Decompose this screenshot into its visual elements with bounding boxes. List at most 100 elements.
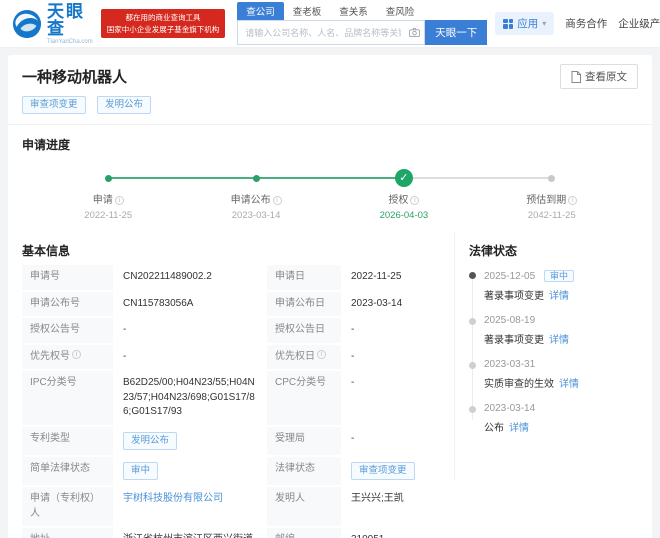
legal-status-section: 法律状态 2025-12-05 审中 著录事项变更详情 2025-08-19 著…	[454, 231, 638, 481]
promo-line1: 都在用的商业查询工具	[107, 12, 220, 23]
top-navbar: 天眼查 TianYanCha.com 都在用的商业查询工具 国家中小企业发展子基…	[0, 0, 660, 48]
search-tab-relation[interactable]: 查关系	[330, 2, 377, 20]
legal-status-item: 2023-03-14 公布详情	[469, 403, 638, 434]
info-label: 授权公告日	[267, 318, 341, 343]
info-icon[interactable]: i	[410, 196, 419, 205]
info-label: 优先权号i	[22, 345, 113, 370]
progress-step-publication: 申请公布i 2023-03-14	[201, 167, 311, 221]
info-label: 授权公告号	[22, 318, 113, 343]
logo-text: 天眼查	[47, 3, 93, 37]
info-label: 地址	[22, 528, 113, 538]
basic-info-section: 基本信息 申请号 CN202211489002.2 申请日 2022-11-25…	[22, 231, 442, 538]
info-value-application-date: 2022-11-25	[343, 265, 440, 290]
info-label: 申请公布号	[22, 292, 113, 317]
info-icon[interactable]: i	[115, 196, 124, 205]
info-value-grant-date: -	[343, 318, 440, 343]
document-icon	[571, 71, 581, 83]
info-value-application-number: CN202211489002.2	[115, 265, 265, 290]
detail-link[interactable]: 详情	[549, 335, 569, 346]
info-icon[interactable]: i	[273, 196, 282, 205]
info-icon[interactable]: i	[568, 196, 577, 205]
search-tab-boss[interactable]: 查老板	[284, 2, 331, 20]
legal-status-heading: 法律状态	[469, 242, 638, 259]
info-label: 受理局	[267, 427, 341, 455]
info-value-inventors: 王兴兴;王凯	[343, 487, 440, 526]
info-value-accepting-office: -	[343, 427, 440, 455]
info-label: 简单法律状态	[22, 457, 113, 485]
nav-enterprise-products[interactable]: 企业级产品 ▾	[618, 16, 660, 31]
patent-detail-card: 一种移动机器人 审查项变更 发明公布 查看原文 申请进度 申请i 2022-11…	[8, 55, 652, 538]
progress-heading: 申请进度	[22, 136, 638, 153]
search-tab-risk[interactable]: 查风险	[377, 2, 424, 20]
nav-business-cooperation[interactable]: 商务合作	[565, 16, 607, 31]
application-progress-timeline: 申请i 2022-11-25 申请公布i 2023-03-14 ✓ 授权i 20…	[22, 167, 638, 229]
search-tab-company[interactable]: 查公司	[237, 2, 284, 20]
tianyancha-logo[interactable]: 天眼查 TianYanCha.com	[12, 3, 93, 45]
applicant-link[interactable]: 宇树科技股份有限公司	[115, 487, 265, 526]
info-label: 申请日	[267, 265, 341, 290]
info-label: 邮编	[267, 528, 341, 538]
tag-review-change: 审查项变更	[22, 96, 86, 114]
info-value-postcode: 310051	[343, 528, 440, 538]
step-dot	[253, 175, 260, 182]
info-value-priority-date: -	[343, 345, 440, 370]
detail-link[interactable]: 详情	[509, 423, 529, 434]
apps-grid-icon	[503, 19, 513, 29]
divider	[8, 124, 652, 125]
info-value-patent-type: 发明公布	[115, 427, 265, 455]
info-icon[interactable]: i	[317, 350, 326, 359]
info-value-publication-date: 2023-03-14	[343, 292, 440, 317]
legal-status-item: 2025-08-19 著录事项变更详情	[469, 315, 638, 346]
progress-step-expiry: 预估到期i 2042-11-25	[497, 167, 607, 221]
status-badge: 审中	[544, 270, 574, 282]
info-icon[interactable]: i	[72, 350, 81, 359]
check-circle-icon: ✓	[395, 169, 413, 187]
legal-status-timeline: 2025-12-05 审中 著录事项变更详情 2025-08-19 著录事项变更…	[469, 269, 638, 434]
patent-type-tag: 发明公布	[123, 432, 177, 450]
progress-step-application: 申请i 2022-11-25	[53, 167, 163, 221]
info-label: IPC分类号	[22, 371, 113, 425]
info-label: CPC分类号	[267, 371, 341, 425]
search-area: 查公司 查老板 查关系 查风险 天眼一下	[237, 2, 487, 45]
progress-step-grant: ✓ 授权i 2026-04-03	[349, 167, 459, 221]
info-value-cpc-class: -	[343, 371, 440, 425]
topbar-right: 应用 ▾ 商务合作 企业级产品 ▾ VIP 企业查询 此处有... ▾	[495, 12, 660, 36]
info-value-priority-number: -	[115, 345, 265, 370]
basic-info-heading: 基本信息	[22, 242, 442, 259]
step-dot	[105, 175, 112, 182]
basic-info-table: 申请号 CN202211489002.2 申请日 2022-11-25 申请公布…	[22, 265, 442, 538]
legal-status-item: 2025-12-05 审中 著录事项变更详情	[469, 269, 638, 302]
promo-line2: 国家中小企业发展子基金旗下机构	[107, 24, 220, 35]
camera-search-icon[interactable]	[405, 20, 425, 45]
promo-banner: 都在用的商业查询工具 国家中小企业发展子基金旗下机构	[101, 9, 226, 38]
logo-eye-icon	[12, 9, 42, 39]
info-label: 专利类型	[22, 427, 113, 455]
page: 天眼查 TianYanCha.com 都在用的商业查询工具 国家中小企业发展子基…	[0, 0, 660, 538]
search-input[interactable]	[237, 20, 405, 45]
info-label: 申请（专利权）人	[22, 487, 113, 526]
step-dot	[548, 175, 555, 182]
detail-link[interactable]: 详情	[549, 291, 569, 302]
view-original-button[interactable]: 查看原文	[560, 64, 638, 89]
info-value-ipc-class: B62D25/00;H04N23/55;H04N23/57;H04N23/698…	[115, 371, 265, 425]
info-label: 优先权日i	[267, 345, 341, 370]
tag-invention-publication: 发明公布	[97, 96, 151, 114]
info-value-publication-number: CN115783056A	[115, 292, 265, 317]
info-label: 发明人	[267, 487, 341, 526]
search-tabs: 查公司 查老板 查关系 查风险	[237, 2, 487, 20]
patent-title: 一种移动机器人	[22, 66, 158, 87]
info-label: 申请号	[22, 265, 113, 290]
patent-tags: 审查项变更 发明公布	[22, 94, 158, 114]
info-value-simple-legal-status: 审中	[115, 457, 265, 485]
info-value-grant-number: -	[115, 318, 265, 343]
detail-link[interactable]: 详情	[559, 379, 579, 390]
logo-subtext: TianYanCha.com	[47, 39, 93, 45]
info-label: 法律状态	[267, 457, 341, 485]
info-value-legal-status: 审查项变更	[343, 457, 440, 485]
search-button[interactable]: 天眼一下	[425, 20, 487, 45]
info-label: 申请公布日	[267, 292, 341, 317]
chevron-down-icon: ▾	[542, 19, 546, 28]
legal-status-item: 2023-03-31 实质审查的生效详情	[469, 359, 638, 390]
legal-status-tag: 审查项变更	[351, 462, 415, 480]
apps-menu[interactable]: 应用 ▾	[495, 12, 554, 35]
